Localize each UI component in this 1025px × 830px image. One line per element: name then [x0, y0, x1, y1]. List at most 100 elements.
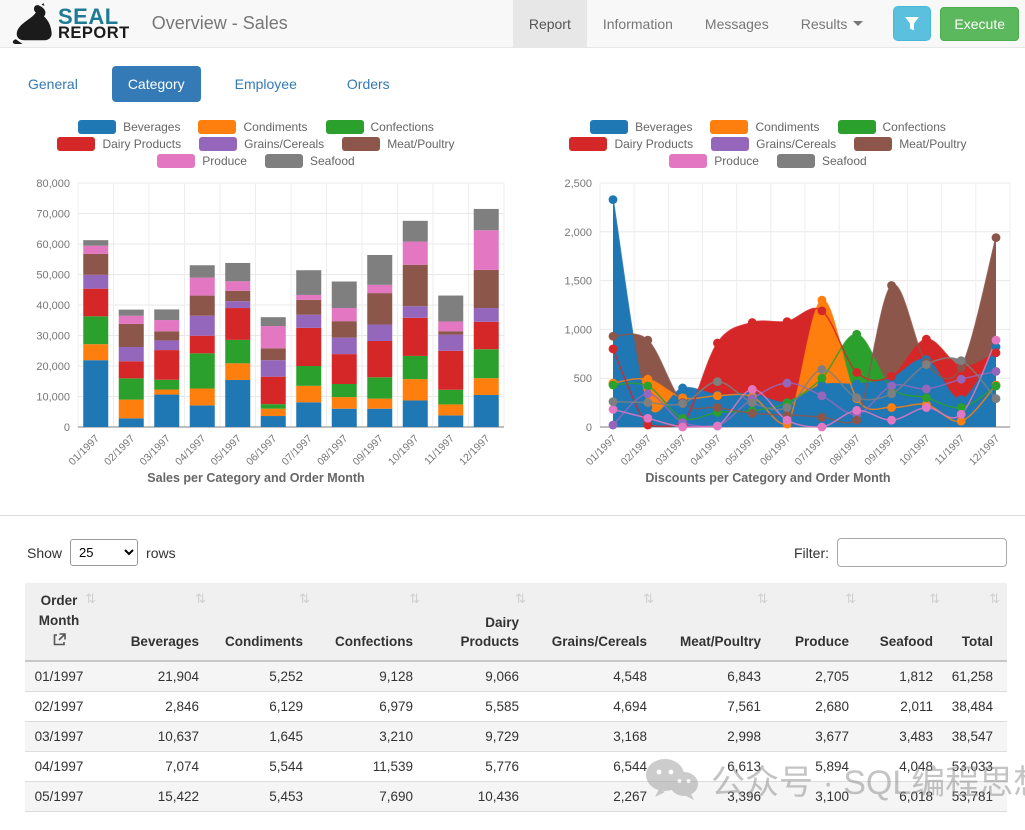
- bar-segment-beverages: [474, 395, 499, 427]
- sort-icon[interactable]: ⇅: [989, 590, 1000, 609]
- legend-item-beverages[interactable]: Beverages: [590, 120, 692, 134]
- legend-item-seafood[interactable]: Seafood: [777, 154, 867, 168]
- discounts-chart-plot[interactable]: 05001,0001,5002,0002,50001/199702/199703…: [512, 171, 1024, 471]
- column-header-grains-cereals[interactable]: Grains/Cereals⇅: [533, 583, 661, 661]
- legend-item-meat-poultry[interactable]: Meat/Poultry: [342, 137, 454, 151]
- column-header-order-month[interactable]: Order Month⇅: [25, 583, 103, 661]
- point-meat-poultry: [992, 233, 1001, 242]
- sort-icon[interactable]: ⇅: [929, 590, 940, 609]
- bar-segment-condiments: [438, 404, 463, 415]
- table-row[interactable]: 02/19972,8466,1296,9795,5854,6947,5612,6…: [25, 691, 1007, 721]
- top-navbar: SEAL REPORT Overview - Sales Report Info…: [0, 0, 1025, 48]
- legend-item-dairy-products[interactable]: Dairy Products: [569, 137, 693, 151]
- y-tick-label: 60,000: [36, 239, 70, 251]
- point-dairy-products: [922, 335, 931, 344]
- legend-label: Condiments: [243, 120, 307, 134]
- x-tick-label: 08/1997: [828, 433, 863, 468]
- point-dairy-products: [887, 372, 896, 381]
- tab-report[interactable]: Report: [513, 0, 587, 47]
- legend-item-produce[interactable]: Produce: [157, 154, 247, 168]
- bar-segment-meat-poultry: [119, 324, 144, 347]
- bar-segment-condiments: [403, 379, 428, 400]
- drill-link-icon[interactable]: [53, 632, 66, 652]
- legend-swatch: [198, 120, 236, 134]
- tab-category[interactable]: Category: [112, 66, 201, 102]
- point-grains-cereals: [818, 391, 827, 400]
- bar-segment-beverages: [119, 418, 144, 427]
- column-header-seafood[interactable]: Seafood ⇅: [863, 583, 947, 661]
- bar-segment-meat-poultry: [83, 254, 108, 275]
- seal-report-logo[interactable]: SEAL REPORT: [0, 0, 136, 47]
- filter-input[interactable]: [837, 538, 1007, 567]
- sort-icon[interactable]: ⇅: [85, 590, 96, 609]
- sort-icon[interactable]: ⇅: [195, 590, 206, 609]
- column-header-confections[interactable]: Confections⇅: [317, 583, 427, 661]
- bar-segment-condiments: [154, 390, 179, 395]
- legend-item-dairy-products[interactable]: Dairy Products: [57, 137, 181, 151]
- filter-button[interactable]: [893, 6, 931, 41]
- column-header-beverages[interactable]: Beverages⇅: [103, 583, 213, 661]
- column-header-dairy-products[interactable]: Dairy Products⇅: [427, 583, 533, 661]
- bar-segment-beverages: [190, 405, 215, 427]
- sort-icon[interactable]: ⇅: [409, 590, 420, 609]
- legend-item-grains-cereals[interactable]: Grains/Cereals: [711, 137, 836, 151]
- legend-item-grains-cereals[interactable]: Grains/Cereals: [199, 137, 324, 151]
- legend-label: Beverages: [635, 120, 692, 134]
- table-row[interactable]: 03/199710,6371,6453,2109,7293,1682,9983,…: [25, 721, 1007, 751]
- table-row[interactable]: 05/199715,4225,4537,69010,4362,2673,3963…: [25, 781, 1007, 811]
- column-header-label: Condiments: [217, 632, 303, 652]
- execute-button[interactable]: Execute: [940, 7, 1019, 41]
- column-header-total[interactable]: Total⇅: [947, 583, 1007, 661]
- sales-chart-plot[interactable]: 010,00020,00030,00040,00050,00060,00070,…: [0, 171, 512, 471]
- column-header-label: Produce: [779, 632, 849, 652]
- tab-results-dropdown[interactable]: Results: [785, 0, 880, 47]
- column-header-produce[interactable]: Produce ⇅: [775, 583, 863, 661]
- column-header-condiments[interactable]: Condiments ⇅: [213, 583, 317, 661]
- table-row[interactable]: 04/19977,0745,54411,5395,7766,5446,6135,…: [25, 751, 1007, 781]
- legend-item-beverages[interactable]: Beverages: [78, 120, 180, 134]
- tab-messages[interactable]: Messages: [689, 0, 785, 47]
- legend-item-meat-poultry[interactable]: Meat/Poultry: [854, 137, 966, 151]
- bar-segment-produce: [332, 308, 357, 321]
- bar-segment-seafood: [296, 270, 321, 295]
- legend-label: Meat/Poultry: [387, 137, 454, 151]
- sort-icon[interactable]: ⇅: [845, 590, 856, 609]
- legend-swatch: [78, 120, 116, 134]
- x-tick-label: 06/1997: [758, 433, 793, 468]
- sort-icon[interactable]: ⇅: [515, 590, 526, 609]
- legend-label: Dairy Products: [614, 137, 693, 151]
- bar-segment-grains-cereals: [474, 308, 499, 322]
- tab-general[interactable]: General: [12, 66, 94, 102]
- y-tick-label: 20,000: [36, 361, 70, 373]
- cell-seafood: 6,018: [863, 781, 947, 811]
- sort-icon[interactable]: ⇅: [757, 590, 768, 609]
- point-dairy-products: [783, 317, 792, 326]
- legend-item-seafood[interactable]: Seafood: [265, 154, 355, 168]
- legend-label: Seafood: [822, 154, 867, 168]
- column-header-label: Seafood: [867, 632, 933, 652]
- page-size-select[interactable]: 25: [70, 539, 138, 566]
- bar-segment-confections: [332, 384, 357, 397]
- brand-report: REPORT: [58, 26, 130, 41]
- tab-information[interactable]: Information: [587, 0, 689, 47]
- legend-item-confections[interactable]: Confections: [326, 120, 434, 134]
- legend-label: Meat/Poultry: [899, 137, 966, 151]
- legend-item-condiments[interactable]: Condiments: [710, 120, 819, 134]
- legend-item-condiments[interactable]: Condiments: [198, 120, 307, 134]
- legend-item-confections[interactable]: Confections: [838, 120, 946, 134]
- y-tick-label: 2,000: [564, 227, 592, 239]
- column-header-meat-poultry[interactable]: Meat/Poultry⇅: [661, 583, 775, 661]
- point-meat-poultry: [748, 409, 757, 418]
- table-row[interactable]: 01/199721,9045,2529,1289,0664,5486,8432,…: [25, 661, 1007, 692]
- point-seafood: [818, 365, 827, 374]
- sort-icon[interactable]: ⇅: [643, 590, 654, 609]
- cell-order-month: 02/1997: [25, 691, 103, 721]
- point-confections: [643, 382, 652, 391]
- bar-segment-dairy-products: [261, 377, 286, 404]
- point-seafood: [678, 399, 687, 408]
- tab-employee[interactable]: Employee: [219, 66, 313, 102]
- sort-icon[interactable]: ⇅: [299, 590, 310, 609]
- tab-orders[interactable]: Orders: [331, 66, 406, 102]
- legend-item-produce[interactable]: Produce: [669, 154, 759, 168]
- bar-segment-dairy-products: [83, 289, 108, 317]
